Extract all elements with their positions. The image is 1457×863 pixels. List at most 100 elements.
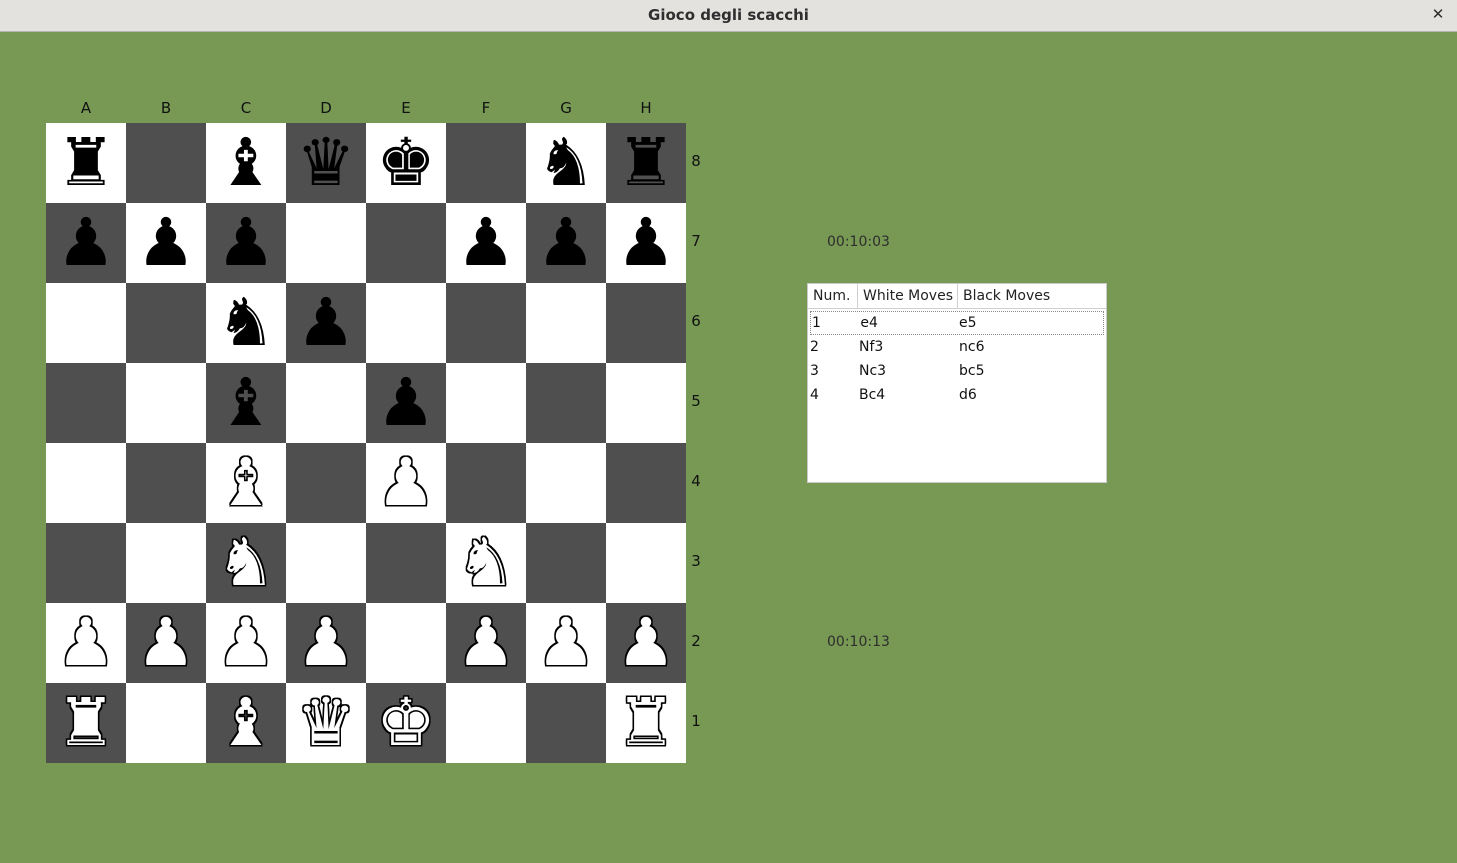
table-row[interactable]: 1 e4 e5 [810,311,1104,335]
square-b3[interactable] [126,523,206,603]
square-f6[interactable] [446,283,526,363]
black-pawn-icon[interactable]: ♟ [376,370,435,436]
square-d3[interactable] [286,523,366,603]
white-knight-icon[interactable]: ♞ [216,530,275,596]
black-rook-icon[interactable]: ♜ [56,130,115,196]
square-d1[interactable]: ♛ [286,683,366,763]
square-e7[interactable] [366,203,446,283]
square-f2[interactable]: ♟ [446,603,526,683]
black-pawn-icon[interactable]: ♟ [296,290,355,356]
black-knight-icon[interactable]: ♞ [536,130,595,196]
square-f7[interactable]: ♟ [446,203,526,283]
square-e3[interactable] [366,523,446,603]
black-king-icon[interactable]: ♚ [376,130,435,196]
white-pawn-icon[interactable]: ♟ [376,450,435,516]
square-e4[interactable]: ♟ [366,443,446,523]
square-c7[interactable]: ♟ [206,203,286,283]
square-d6[interactable]: ♟ [286,283,366,363]
square-b1[interactable] [126,683,206,763]
square-h2[interactable]: ♟ [606,603,686,683]
white-bishop-icon[interactable]: ♝ [216,690,275,756]
square-h8[interactable]: ♜ [606,123,686,203]
square-f4[interactable] [446,443,526,523]
square-d2[interactable]: ♟ [286,603,366,683]
square-e6[interactable] [366,283,446,363]
square-g4[interactable] [526,443,606,523]
black-pawn-icon[interactable]: ♟ [56,210,115,276]
square-c6[interactable]: ♞ [206,283,286,363]
square-c1[interactable]: ♝ [206,683,286,763]
square-b2[interactable]: ♟ [126,603,206,683]
close-icon[interactable]: ✕ [1429,5,1447,23]
header-white-moves[interactable]: White Moves [858,284,958,308]
table-row[interactable]: 2 Nf3 nc6 [808,335,1106,359]
white-bishop-icon[interactable]: ♝ [216,450,275,516]
square-f1[interactable] [446,683,526,763]
black-bishop-icon[interactable]: ♝ [216,370,275,436]
white-rook-icon[interactable]: ♜ [616,690,675,756]
chess-board[interactable]: ♜ ♝ ♛ ♚ ♞ ♜ ♟ ♟ ♟ ♟ ♟ ♟ ♞ ♟ ♝ ♟ ♝ ♟ ♞ ♞ ♟ ♟ ♟ ♟ ♟ ♟ ♟ ♜ ♝ ♛ ♚ ♜ [46,123,686,763]
white-knight-icon[interactable]: ♞ [456,530,515,596]
square-e1[interactable]: ♚ [366,683,446,763]
black-knight-icon[interactable]: ♞ [216,290,275,356]
square-a3[interactable] [46,523,126,603]
black-queen-icon[interactable]: ♛ [296,130,355,196]
square-c8[interactable]: ♝ [206,123,286,203]
square-a4[interactable] [46,443,126,523]
square-f5[interactable] [446,363,526,443]
square-c2[interactable]: ♟ [206,603,286,683]
white-pawn-icon[interactable]: ♟ [216,610,275,676]
square-h4[interactable] [606,443,686,523]
white-pawn-icon[interactable]: ♟ [296,610,355,676]
square-g2[interactable]: ♟ [526,603,606,683]
square-g1[interactable] [526,683,606,763]
square-g3[interactable] [526,523,606,603]
square-a8[interactable]: ♜ [46,123,126,203]
white-pawn-icon[interactable]: ♟ [136,610,195,676]
black-pawn-icon[interactable]: ♟ [456,210,515,276]
square-g7[interactable]: ♟ [526,203,606,283]
white-pawn-icon[interactable]: ♟ [616,610,675,676]
square-h6[interactable] [606,283,686,363]
white-pawn-icon[interactable]: ♟ [56,610,115,676]
white-pawn-icon[interactable]: ♟ [536,610,595,676]
square-c3[interactable]: ♞ [206,523,286,603]
black-rook-icon[interactable]: ♜ [616,130,675,196]
white-pawn-icon[interactable]: ♟ [456,610,515,676]
white-king-icon[interactable]: ♚ [376,690,435,756]
square-b8[interactable] [126,123,206,203]
square-c4[interactable]: ♝ [206,443,286,523]
black-pawn-icon[interactable]: ♟ [536,210,595,276]
square-e2[interactable] [366,603,446,683]
square-c5[interactable]: ♝ [206,363,286,443]
black-pawn-icon[interactable]: ♟ [216,210,275,276]
white-rook-icon[interactable]: ♜ [56,690,115,756]
table-row[interactable]: 4 Bc4 d6 [808,383,1106,407]
square-g6[interactable] [526,283,606,363]
square-h5[interactable] [606,363,686,443]
header-num[interactable]: Num. [808,284,858,308]
black-bishop-icon[interactable]: ♝ [216,130,275,196]
square-h7[interactable]: ♟ [606,203,686,283]
square-a7[interactable]: ♟ [46,203,126,283]
moves-table[interactable]: Num. White Moves Black Moves 1 e4 e5 2 Nf3 nc… [807,283,1107,483]
square-d5[interactable] [286,363,366,443]
square-a6[interactable] [46,283,126,363]
square-b6[interactable] [126,283,206,363]
square-b4[interactable] [126,443,206,523]
square-b7[interactable]: ♟ [126,203,206,283]
square-f3[interactable]: ♞ [446,523,526,603]
square-g5[interactable] [526,363,606,443]
square-b5[interactable] [126,363,206,443]
black-pawn-icon[interactable]: ♟ [616,210,675,276]
square-e5[interactable]: ♟ [366,363,446,443]
square-d4[interactable] [286,443,366,523]
black-pawn-icon[interactable]: ♟ [136,210,195,276]
table-row[interactable]: 3 Nc3 bc5 [808,359,1106,383]
square-d8[interactable]: ♛ [286,123,366,203]
header-black-moves[interactable]: Black Moves [958,284,1106,308]
white-queen-icon[interactable]: ♛ [296,690,355,756]
square-a5[interactable] [46,363,126,443]
square-d7[interactable] [286,203,366,283]
square-f8[interactable] [446,123,526,203]
